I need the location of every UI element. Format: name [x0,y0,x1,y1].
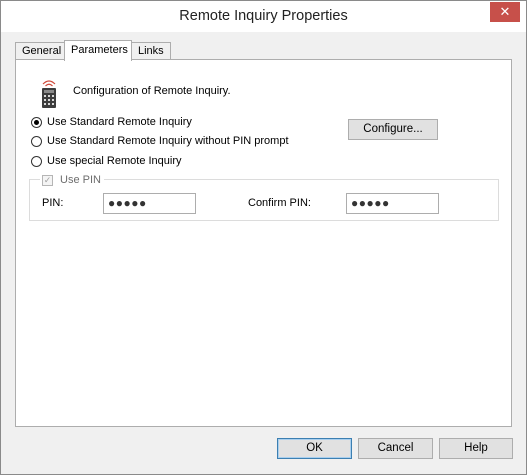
parameters-panel: Configuration of Remote Inquiry. Use Sta… [15,59,512,427]
title-bar[interactable]: Remote Inquiry Properties ✕ [1,1,526,32]
pin-label: PIN: [42,197,64,209]
tab-general[interactable]: General [15,42,65,59]
use-pin-label: Use PIN [60,174,101,186]
radio-selected-dot [34,120,39,125]
confirm-pin-field[interactable]: ●●●●● [346,193,439,214]
window-title: Remote Inquiry Properties [179,8,348,24]
confirm-pin-label: Confirm PIN: [248,197,311,209]
close-button[interactable]: ✕ [490,2,520,22]
use-pin-header: ✓ Use PIN [40,173,104,187]
radio-label-without-pin[interactable]: Use Standard Remote Inquiry without PIN … [47,135,289,147]
radio-label-standard[interactable]: Use Standard Remote Inquiry [47,116,192,128]
ok-button[interactable]: OK [277,438,352,459]
configure-button[interactable]: Configure... [348,119,438,140]
tab-parameters[interactable]: Parameters [64,40,132,61]
dialog-window: Remote Inquiry Properties ✕ General Para… [0,0,527,475]
radio-special-remote-inquiry[interactable] [31,156,42,167]
radio-standard-without-pin[interactable] [31,136,42,147]
radio-label-special[interactable]: Use special Remote Inquiry [47,155,182,167]
pin-field[interactable]: ●●●●● [103,193,196,214]
help-button[interactable]: Help [439,438,513,459]
use-pin-checkbox[interactable]: ✓ [42,175,53,186]
remote-control-icon [39,77,59,112]
tab-links[interactable]: Links [131,42,171,59]
description-text: Configuration of Remote Inquiry. [73,85,231,97]
radio-standard-remote-inquiry[interactable] [31,117,42,128]
cancel-button[interactable]: Cancel [358,438,433,459]
close-icon: ✕ [499,4,511,19]
